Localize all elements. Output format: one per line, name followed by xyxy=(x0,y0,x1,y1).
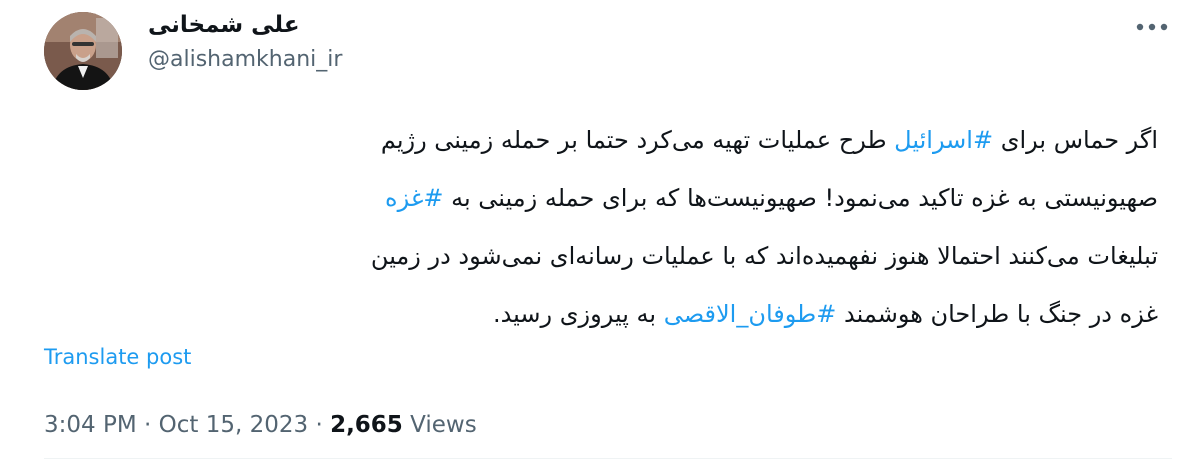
tweet-time[interactable]: 3:04 PM xyxy=(44,412,137,438)
hashtag-link[interactable]: #غزه xyxy=(385,184,443,212)
translate-post-link[interactable]: Translate post xyxy=(44,342,191,372)
tweet-text-segment: تبلیغات می‌کنند احتمالا هنوز نفهمیده‌اند… xyxy=(370,242,1158,270)
author-handle[interactable]: @alishamkhani_ir xyxy=(148,45,342,75)
views-link[interactable]: 2,665 Views xyxy=(330,412,477,438)
hashtag-link[interactable]: #طوفان_الاقصی xyxy=(664,300,837,328)
tweet-text-segment: به پیروزی رسید. xyxy=(492,300,664,328)
tweet-line-2: صهیونیستی به غزه تاکید می‌نمود! صهیونیست… xyxy=(280,169,1158,227)
tweet-text-segment: غزه در جنگ با طراحان هوشمند xyxy=(836,300,1158,328)
author-name[interactable]: علی شمخانی xyxy=(148,10,300,40)
meta-separator: · xyxy=(144,412,152,438)
more-options-button[interactable] xyxy=(1132,14,1172,40)
hashtag-link[interactable]: #اسرائیل xyxy=(894,126,993,154)
tweet-line-4: غزه در جنگ با طراحان هوشمند #طوفان_الاقص… xyxy=(280,285,1158,343)
views-label: Views xyxy=(410,412,477,438)
tweet-card: علی شمخانی @alishamkhani_ir اگر حماس برا… xyxy=(0,0,1200,463)
tweet-text-segment: اگر حماس برای xyxy=(993,126,1158,154)
views-count: 2,665 xyxy=(330,412,403,438)
tweet-date[interactable]: Oct 15, 2023 xyxy=(159,412,309,438)
tweet-line-3: تبلیغات می‌کنند احتمالا هنوز نفهمیده‌اند… xyxy=(280,227,1158,285)
more-dots-icon xyxy=(1136,23,1168,31)
tweet-meta: 3:04 PM · Oct 15, 2023 · 2,665 Views xyxy=(44,409,477,441)
avatar[interactable] xyxy=(44,12,122,90)
avatar-photo-icon xyxy=(44,12,122,90)
tweet-text: اگر حماس برای #اسرائیل طرح عملیات تهیه م… xyxy=(280,111,1158,343)
meta-separator: · xyxy=(315,412,323,438)
divider xyxy=(44,458,1172,459)
tweet-line-1: اگر حماس برای #اسرائیل طرح عملیات تهیه م… xyxy=(280,111,1158,169)
tweet-text-segment: صهیونیستی به غزه تاکید می‌نمود! صهیونیست… xyxy=(443,184,1158,212)
tweet-text-segment: طرح عملیات تهیه می‌کرد حتما بر حمله زمین… xyxy=(380,126,895,154)
